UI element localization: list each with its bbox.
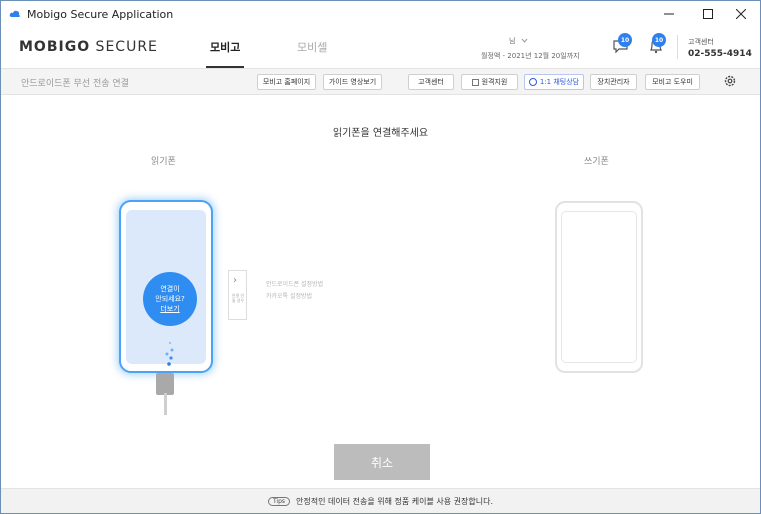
device-manager-button[interactable]: 장치관리자 bbox=[590, 74, 637, 90]
read-phone-label: 읽기폰 bbox=[151, 157, 176, 167]
customer-center-phone: 02-555-4914 bbox=[688, 49, 752, 59]
homepage-button[interactable]: 모비고 홈페이지 bbox=[257, 74, 316, 90]
write-phone-screen bbox=[561, 211, 637, 363]
loading-dots-icon bbox=[165, 341, 174, 366]
gear-icon[interactable] bbox=[723, 74, 737, 88]
kakaotalk-guide-link[interactable]: 카카오톡 설정방법 bbox=[266, 291, 312, 300]
window-title: Mobigo Secure Application bbox=[27, 7, 174, 21]
notification-badge: 10 bbox=[652, 33, 666, 47]
tab-mobisell[interactable]: 모비셀 bbox=[297, 39, 327, 55]
cancel-button[interactable]: 취소 bbox=[334, 444, 430, 480]
customer-center-label: 고객센터 bbox=[688, 38, 714, 46]
footer-tip-bar: Tips 안정적인 데이터 전송을 위해 정품 케이블 사용 권장합니다. bbox=[1, 488, 760, 513]
maximize-button[interactable] bbox=[690, 1, 726, 27]
helper-button[interactable]: 모비고 도우미 bbox=[645, 74, 700, 90]
read-phone-screen: 연결이 안되세요? 더보기 bbox=[126, 210, 206, 366]
write-phone bbox=[555, 201, 643, 373]
tips-badge: Tips bbox=[267, 496, 291, 506]
app-header: MOBIGO SECURE 모비고 모비셀 님 월정액 - 2021년 12월 … bbox=[1, 27, 760, 69]
customer-center-button[interactable]: 고객센터 bbox=[408, 74, 454, 90]
chat-notification-button[interactable]: 10 bbox=[612, 33, 632, 55]
close-button[interactable] bbox=[723, 1, 759, 27]
minimize-icon bbox=[664, 13, 674, 15]
notification-button[interactable]: 10 bbox=[647, 33, 666, 55]
chat-icon bbox=[528, 78, 537, 86]
tab-mobigo[interactable]: 모비고 bbox=[210, 39, 240, 55]
remote-icon bbox=[471, 78, 479, 86]
cloud-icon bbox=[9, 10, 20, 17]
more-link[interactable]: 더보기 bbox=[160, 304, 179, 314]
write-phone-label: 쓰기폰 bbox=[584, 157, 609, 167]
remote-support-button[interactable]: 원격지원 bbox=[461, 74, 518, 90]
chevron-down-icon bbox=[521, 38, 528, 43]
subscription-expiry: 월정액 - 2021년 12월 20일까지 bbox=[481, 52, 580, 60]
active-tab-indicator bbox=[206, 66, 244, 68]
brand-logo: MOBIGO SECURE bbox=[19, 39, 158, 55]
close-icon bbox=[736, 9, 746, 19]
chevron-right-icon: › bbox=[233, 275, 237, 286]
help-circle[interactable]: 연결이 안되세요? 더보기 bbox=[143, 272, 197, 326]
read-phone: 연결이 안되세요? 더보기 bbox=[119, 200, 213, 373]
guide-panel-toggle[interactable]: › 연결 안 될 경우 bbox=[228, 270, 247, 320]
app-window: Mobigo Secure Application MOBIGO SECURE … bbox=[0, 0, 761, 514]
account-dropdown[interactable]: 님 bbox=[509, 36, 528, 46]
minimize-button[interactable] bbox=[651, 1, 687, 27]
guide-panel-text: 연결 안 될 경우 bbox=[231, 293, 245, 303]
page-subtitle: 안드로이드폰 무선 전송 연결 bbox=[21, 79, 129, 89]
chat-consult-button[interactable]: 1:1 채팅상담 bbox=[524, 74, 584, 90]
chat-badge: 10 bbox=[618, 33, 632, 47]
title-bar: Mobigo Secure Application bbox=[1, 1, 760, 27]
android-guide-link[interactable]: 안드로이드폰 설정방법 bbox=[266, 279, 323, 288]
guide-video-button[interactable]: 가이드 영상보기 bbox=[323, 74, 382, 90]
usb-cable-plug bbox=[156, 373, 174, 395]
header-divider bbox=[677, 35, 678, 59]
toolbar: 안드로이드폰 무선 전송 연결 모비고 홈페이지 가이드 영상보기 고객센터 원… bbox=[1, 69, 760, 95]
usb-cable-wire bbox=[164, 393, 167, 415]
tip-message: 안정적인 데이터 전송을 위해 정품 케이블 사용 권장합니다. bbox=[296, 496, 494, 506]
connect-instruction: 읽기폰을 연결해주세요 bbox=[332, 128, 429, 139]
maximize-icon bbox=[703, 9, 713, 19]
